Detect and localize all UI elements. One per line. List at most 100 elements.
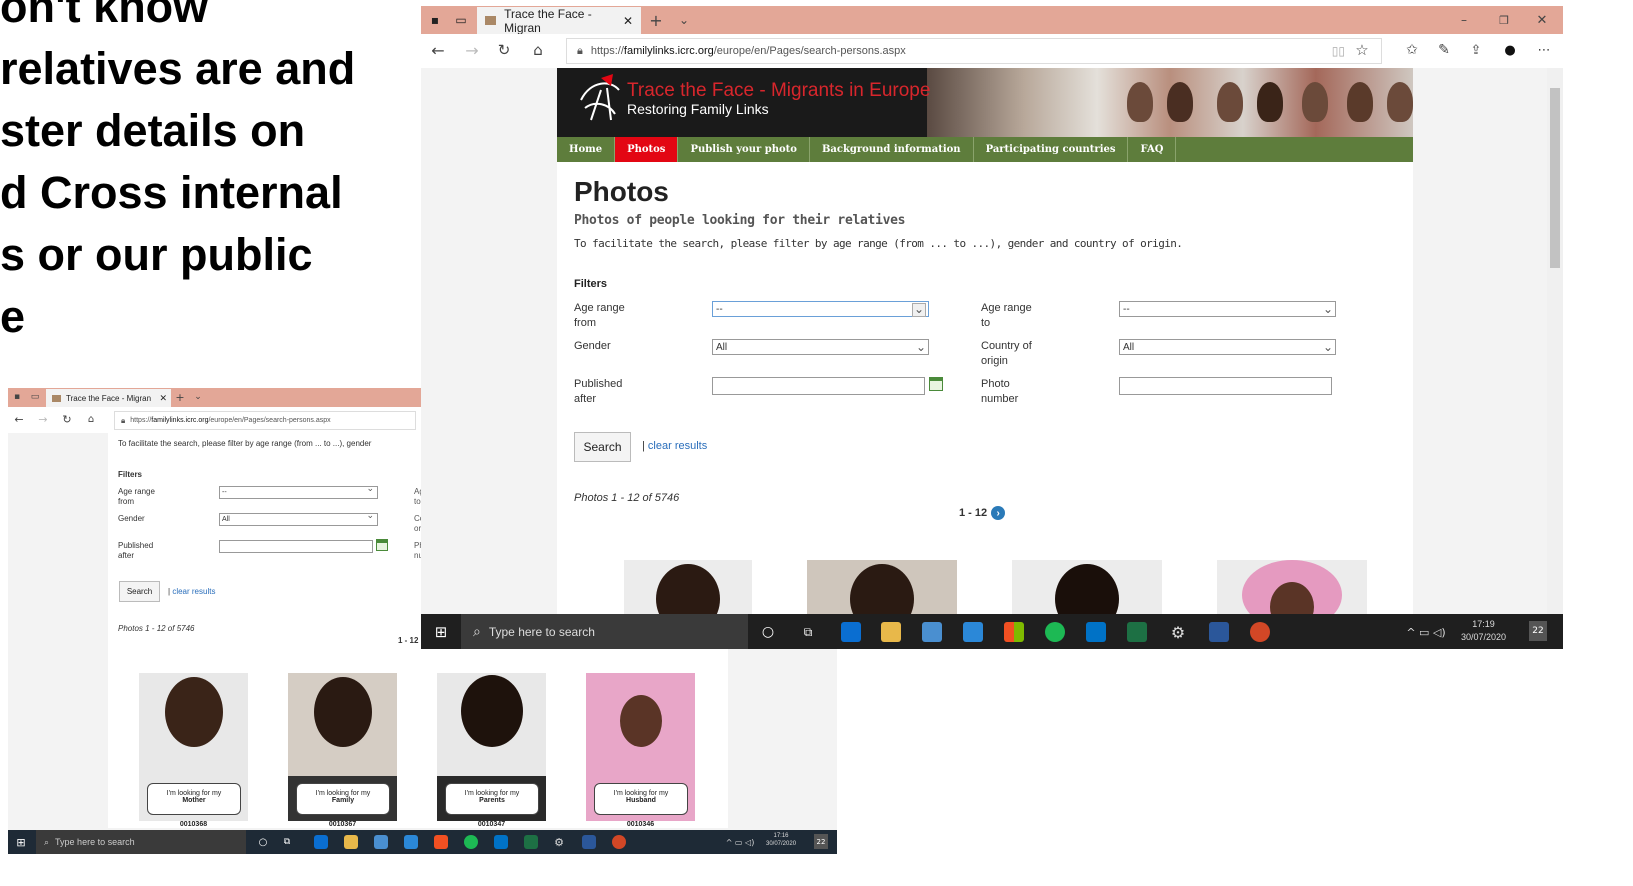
- outlook-icon[interactable]: [494, 835, 508, 849]
- small-clear-results-link[interactable]: | clear results: [168, 587, 215, 596]
- url-field[interactable]: 🔒︎ https://familylinks.icrc.org/europe/e…: [566, 38, 1382, 64]
- powerpoint-icon[interactable]: [612, 835, 626, 849]
- small-browser-tab[interactable]: Trace the Face - Migran ✕: [46, 389, 171, 407]
- browser-tab[interactable]: Trace the Face - Migran ✕: [477, 7, 641, 35]
- excel-icon[interactable]: [1127, 622, 1147, 642]
- search-button[interactable]: Search: [574, 432, 631, 462]
- close-icon[interactable]: ✕: [623, 14, 633, 28]
- photo-card[interactable]: I'm looking for my Mother: [139, 673, 248, 821]
- small-published-input[interactable]: [219, 540, 373, 553]
- small-taskbar-search[interactable]: ⌕ Type here to search: [36, 830, 246, 854]
- mail-icon[interactable]: [963, 622, 983, 642]
- restore-icon[interactable]: ❐: [1495, 11, 1513, 29]
- small-search-button[interactable]: Search: [119, 581, 160, 602]
- word-icon[interactable]: [582, 835, 596, 849]
- forward-icon[interactable]: →: [463, 41, 481, 60]
- forward-icon[interactable]: →: [36, 412, 50, 426]
- published-after-input[interactable]: [712, 377, 925, 395]
- spotify-icon[interactable]: [1045, 622, 1065, 642]
- tab-actions-icon[interactable]: ▪: [10, 390, 24, 404]
- excel-icon[interactable]: [524, 835, 538, 849]
- photo-card[interactable]: [624, 560, 752, 616]
- small-gender-select[interactable]: All: [219, 511, 378, 526]
- close-icon[interactable]: ✕: [159, 393, 167, 404]
- home-icon[interactable]: ⌂: [84, 412, 98, 426]
- calendar-icon[interactable]: [376, 539, 388, 551]
- refresh-icon[interactable]: ↻: [60, 412, 74, 426]
- favorites-icon[interactable]: ✩: [1403, 41, 1421, 59]
- outlook-icon[interactable]: [1086, 622, 1106, 642]
- minimize-icon[interactable]: –: [1455, 11, 1473, 29]
- extension-icon[interactable]: ●: [1501, 41, 1519, 59]
- photo-card[interactable]: [1217, 560, 1367, 616]
- file-explorer-icon[interactable]: [881, 622, 901, 642]
- tray-icons[interactable]: ^ ▭ ◁): [720, 835, 760, 849]
- powerpoint-icon[interactable]: [1250, 622, 1270, 642]
- gender-select[interactable]: All ⌄: [712, 339, 929, 355]
- new-tab-icon[interactable]: +: [174, 390, 186, 404]
- window-close-icon[interactable]: ✕: [1533, 11, 1551, 29]
- notification-icon[interactable]: 22: [1529, 621, 1547, 641]
- refresh-icon[interactable]: ↻: [495, 41, 513, 59]
- back-icon[interactable]: ←: [12, 412, 26, 426]
- settings-icon[interactable]: ⚙: [552, 835, 566, 849]
- chevron-down-icon[interactable]: ⌄: [675, 11, 693, 29]
- photo-card[interactable]: I'm looking for my Family: [288, 673, 397, 821]
- photo-card[interactable]: I'm looking for my Parents: [437, 673, 546, 821]
- edge-icon[interactable]: [841, 622, 861, 642]
- nav-faq[interactable]: FAQ: [1128, 137, 1177, 162]
- next-page-icon[interactable]: ›: [991, 506, 1006, 520]
- small-url-field[interactable]: 🔒︎ https://familylinks.icrc.org/europe/e…: [114, 411, 416, 430]
- age-to-select[interactable]: -- ⌄: [1119, 301, 1336, 317]
- photo-card[interactable]: [807, 560, 957, 616]
- store-icon[interactable]: [922, 622, 942, 642]
- photo-number-input[interactable]: [1119, 377, 1332, 395]
- chevron-down-icon[interactable]: ⌄: [192, 390, 204, 404]
- share-icon[interactable]: ⇪: [1467, 41, 1485, 59]
- mail-icon[interactable]: [404, 835, 418, 849]
- file-explorer-icon[interactable]: [344, 835, 358, 849]
- nav-home[interactable]: Home: [557, 137, 616, 162]
- edge-icon[interactable]: [314, 835, 328, 849]
- office-icon[interactable]: [434, 835, 448, 849]
- calendar-icon[interactable]: [929, 377, 943, 391]
- small-clock[interactable]: 17:16 30/07/2020: [766, 832, 796, 848]
- photo-card[interactable]: I'm looking for my Husband: [586, 673, 695, 821]
- back-icon[interactable]: ←: [429, 41, 447, 60]
- nav-photos[interactable]: Photos: [615, 137, 679, 162]
- age-from-select[interactable]: -- ⌄: [712, 301, 929, 317]
- tab-actions-icon[interactable]: ▪: [427, 12, 443, 28]
- task-view-icon[interactable]: ⧉: [798, 622, 818, 642]
- cortana-icon[interactable]: ○: [256, 835, 270, 849]
- new-tab-icon[interactable]: +: [647, 11, 665, 30]
- office-icon[interactable]: [1004, 622, 1024, 642]
- spotify-icon[interactable]: [464, 835, 478, 849]
- home-icon[interactable]: ⌂: [529, 41, 547, 59]
- pen-icon[interactable]: ✎: [1435, 41, 1453, 59]
- store-icon[interactable]: [374, 835, 388, 849]
- scrollbar-thumb[interactable]: [1550, 88, 1560, 268]
- word-icon[interactable]: [1209, 622, 1229, 642]
- windows-start-icon[interactable]: ⊞: [14, 835, 28, 849]
- notification-icon[interactable]: 22: [814, 834, 828, 849]
- clear-results-link[interactable]: | clear results: [642, 440, 707, 452]
- clock[interactable]: 17:19 30/07/2020: [1461, 618, 1506, 644]
- tab-preview-icon[interactable]: ▭: [28, 390, 42, 404]
- cortana-icon[interactable]: ○: [758, 622, 778, 642]
- small-age-from-select[interactable]: --: [219, 484, 378, 499]
- scrollbar[interactable]: [1547, 68, 1563, 614]
- taskbar-search[interactable]: ⌕ Type here to search: [461, 614, 748, 649]
- favorite-star-icon[interactable]: ☆: [1353, 41, 1371, 59]
- windows-start-icon[interactable]: ⊞: [431, 622, 451, 642]
- more-icon[interactable]: ⋯: [1535, 41, 1553, 59]
- country-select[interactable]: All ⌄: [1119, 339, 1336, 355]
- photo-card[interactable]: [1012, 560, 1162, 616]
- nav-background-information[interactable]: Background information: [810, 137, 974, 162]
- nav-publish-photo[interactable]: Publish your photo: [678, 137, 810, 162]
- nav-participating-countries[interactable]: Participating countries: [974, 137, 1129, 162]
- tab-preview-icon[interactable]: ▭: [453, 12, 469, 28]
- task-view-icon[interactable]: ⧉: [280, 835, 294, 849]
- settings-icon[interactable]: ⚙: [1168, 622, 1188, 642]
- tray-icons[interactable]: ^ ▭ ◁): [1401, 622, 1451, 642]
- reading-view-icon[interactable]: ▯▯: [1332, 44, 1345, 58]
